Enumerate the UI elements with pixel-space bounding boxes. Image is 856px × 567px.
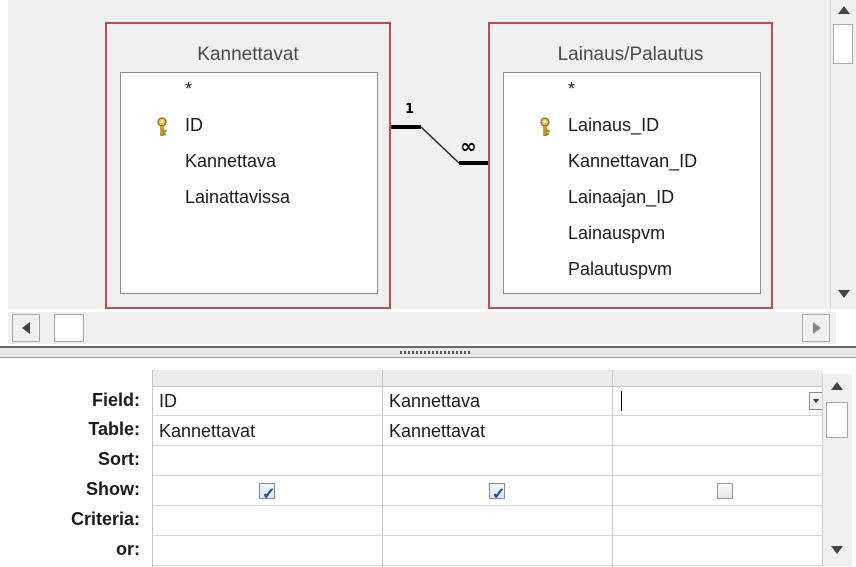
row-label-field: Field: (92, 390, 140, 410)
text-cursor (621, 391, 622, 411)
field-item-lainaajan-id[interactable]: Lainaajan_ID (568, 187, 674, 208)
field-item-lainauspvm[interactable]: Lainauspvm (568, 223, 665, 244)
table-cell[interactable]: Kannettavat (153, 416, 382, 446)
row-label-table: Table: (88, 419, 140, 439)
sort-cell[interactable] (383, 446, 612, 476)
show-checkbox[interactable]: ✓ (489, 483, 505, 503)
upper-vertical-scrollbar[interactable] (830, 0, 856, 309)
scroll-thumb[interactable] (833, 24, 853, 64)
primary-key-icon (540, 117, 550, 136)
row-label-show: Show: (86, 479, 140, 499)
field-cell[interactable]: Kannettava (383, 386, 612, 416)
query-design-view: Kannettavat * ID Kannettava Lainattaviss… (0, 0, 856, 567)
field-cell[interactable]: ID (153, 386, 382, 416)
scroll-right-button[interactable] (802, 314, 830, 342)
chevron-down-icon (813, 399, 819, 403)
row-label-sort: Sort: (98, 449, 140, 469)
field-item-lainaus-id[interactable]: Lainaus_ID (568, 115, 659, 136)
scroll-left-button[interactable] (12, 314, 40, 342)
field-list[interactable]: * ID Kannettava Lainattavissa (120, 72, 378, 294)
sort-cell[interactable] (613, 446, 822, 476)
field-item-all[interactable]: * (568, 79, 575, 100)
show-checkbox[interactable] (717, 483, 733, 499)
field-item-kannettavan-id[interactable]: Kannettavan_ID (568, 151, 697, 172)
scroll-right-icon (813, 322, 821, 334)
table-relationship-pane[interactable]: Kannettavat * ID Kannettava Lainattaviss… (8, 0, 830, 309)
column-selector[interactable] (153, 370, 382, 387)
field-list[interactable]: * Lainaus_ID Kannettavan_ID Lainaajan_ID… (503, 72, 761, 294)
table-title[interactable]: Kannettavat (107, 44, 389, 66)
scroll-down-icon[interactable] (831, 546, 843, 554)
grid-column-3[interactable] (612, 370, 823, 567)
query-design-grid[interactable]: Field: Table: Sort: Show: Criteria: or: … (0, 358, 856, 567)
splitter-grip[interactable] (400, 351, 472, 354)
table-window-kannettavat[interactable]: Kannettavat * ID Kannettava Lainattaviss… (105, 22, 391, 309)
show-cell[interactable]: ✓ (153, 476, 382, 506)
criteria-cell[interactable] (383, 506, 612, 536)
scroll-down-icon[interactable] (838, 290, 850, 298)
table-title[interactable]: Lainaus/Palautus (490, 44, 771, 66)
relationship-one-label: 1 (405, 102, 415, 117)
column-selector[interactable] (383, 370, 612, 387)
criteria-cell[interactable] (153, 506, 382, 536)
show-cell[interactable] (613, 476, 822, 506)
relationship-many-label: ∞ (460, 134, 477, 158)
sort-cell[interactable] (153, 446, 382, 476)
scroll-left-icon (22, 322, 30, 334)
field-cell-active[interactable] (613, 386, 823, 416)
grid-column-1[interactable]: ID Kannettavat ✓ (152, 370, 382, 567)
field-item-all[interactable]: * (185, 79, 192, 100)
grid-column-2[interactable]: Kannettava Kannettavat ✓ (382, 370, 612, 567)
scroll-up-icon[interactable] (838, 6, 850, 14)
scroll-up-icon[interactable] (831, 382, 843, 390)
field-item-kannettava[interactable]: Kannettava (185, 151, 276, 172)
row-label-or: or: (116, 539, 140, 559)
show-checkbox[interactable]: ✓ (259, 483, 275, 503)
field-item-id[interactable]: ID (185, 115, 203, 136)
scroll-thumb[interactable] (54, 314, 84, 342)
grid-vertical-scrollbar[interactable] (822, 374, 852, 566)
or-cell[interactable] (383, 536, 612, 566)
field-item-palautuspvm[interactable]: Palautuspvm (568, 259, 672, 280)
table-window-lainaus-palautus[interactable]: Lainaus/Palautus * Lainaus_ID Kannettava… (488, 22, 773, 309)
show-cell[interactable]: ✓ (383, 476, 612, 506)
table-cell[interactable] (613, 416, 822, 446)
or-cell[interactable] (613, 536, 822, 566)
column-selector[interactable] (613, 370, 822, 387)
criteria-cell[interactable] (613, 506, 822, 536)
primary-key-icon (157, 117, 167, 136)
or-cell[interactable] (153, 536, 382, 566)
table-cell[interactable]: Kannettavat (383, 416, 612, 446)
pane-splitter[interactable] (0, 346, 856, 358)
row-label-criteria: Criteria: (70, 509, 140, 529)
horizontal-scrollbar[interactable] (8, 312, 836, 344)
field-dropdown-button[interactable] (809, 392, 823, 410)
field-item-lainattavissa[interactable]: Lainattavissa (185, 187, 290, 208)
scroll-thumb[interactable] (826, 402, 848, 438)
